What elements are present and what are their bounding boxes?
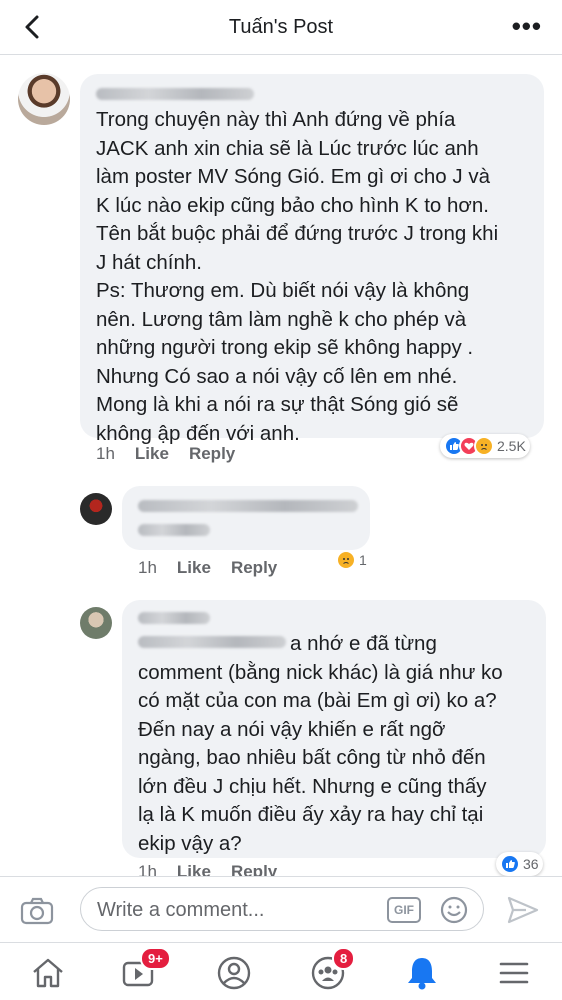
like-button[interactable]: Like xyxy=(177,558,211,578)
comment-input-placeholder: Write a comment... xyxy=(97,899,265,921)
comment-text: a nhớ e đã từng comment (bằng nick khác)… xyxy=(138,632,503,855)
watch-badge: 9+ xyxy=(140,947,171,970)
back-arrow-icon[interactable] xyxy=(18,12,48,42)
home-icon[interactable] xyxy=(28,953,68,993)
tagged-name-blurred[interactable] xyxy=(138,524,210,536)
sad-icon xyxy=(474,436,494,456)
post-header: Tuấn's Post ••• xyxy=(0,0,562,55)
page-title: Tuấn's Post xyxy=(228,15,334,38)
gif-button[interactable]: GIF xyxy=(387,897,421,923)
avatar[interactable] xyxy=(80,607,112,639)
avatar[interactable] xyxy=(80,493,112,525)
like-button[interactable]: Like xyxy=(135,444,169,464)
reaction-count: 36 xyxy=(523,856,539,872)
reply-button[interactable]: Reply xyxy=(189,444,235,464)
comment-bubble[interactable]: Trong chuyện này thì Anh đứng về phía JA… xyxy=(80,74,544,445)
bottom-tab-bar: 9+ 8 xyxy=(0,942,562,1000)
comment-time: 1h xyxy=(96,444,115,463)
avatar[interactable] xyxy=(18,73,70,125)
comment-composer: Write a comment... GIF xyxy=(0,876,562,942)
reply-button[interactable]: Reply xyxy=(231,558,277,578)
comment-actions: 1h Like Reply xyxy=(138,558,277,578)
tab-groups[interactable]: 8 xyxy=(308,947,356,993)
commenter-name-blurred[interactable] xyxy=(96,88,254,100)
commenter-name-blurred[interactable] xyxy=(138,500,358,512)
more-options-icon[interactable]: ••• xyxy=(512,13,542,39)
notifications-icon[interactable] xyxy=(402,953,442,993)
reaction-summary[interactable]: 36 xyxy=(496,852,543,876)
comment-bubble[interactable]: a nhớ e đã từng comment (bằng nick khác)… xyxy=(122,600,546,858)
like-icon xyxy=(500,854,520,874)
tab-watch[interactable]: 9+ xyxy=(118,947,171,993)
send-icon[interactable] xyxy=(506,895,540,925)
reaction-summary[interactable]: 2.5K xyxy=(440,434,530,458)
reaction-summary[interactable]: 1 xyxy=(332,548,371,572)
comment-actions: 1h Like Reply xyxy=(96,444,235,464)
comment-time: 1h xyxy=(138,558,157,577)
profile-icon[interactable] xyxy=(214,953,254,993)
emoji-icon[interactable] xyxy=(439,895,469,925)
reaction-count: 2.5K xyxy=(497,438,526,454)
comment-text: Trong chuyện này thì Anh đứng về phía JA… xyxy=(96,108,499,445)
commenter-name-blurred[interactable] xyxy=(138,612,210,624)
comment-bubble[interactable] xyxy=(122,486,370,550)
reaction-count: 1 xyxy=(359,552,367,568)
menu-icon[interactable] xyxy=(494,953,534,993)
comment-input[interactable]: Write a comment... GIF xyxy=(80,887,484,931)
camera-icon[interactable] xyxy=(20,897,54,925)
groups-badge: 8 xyxy=(332,947,356,970)
sad-icon xyxy=(336,550,356,570)
